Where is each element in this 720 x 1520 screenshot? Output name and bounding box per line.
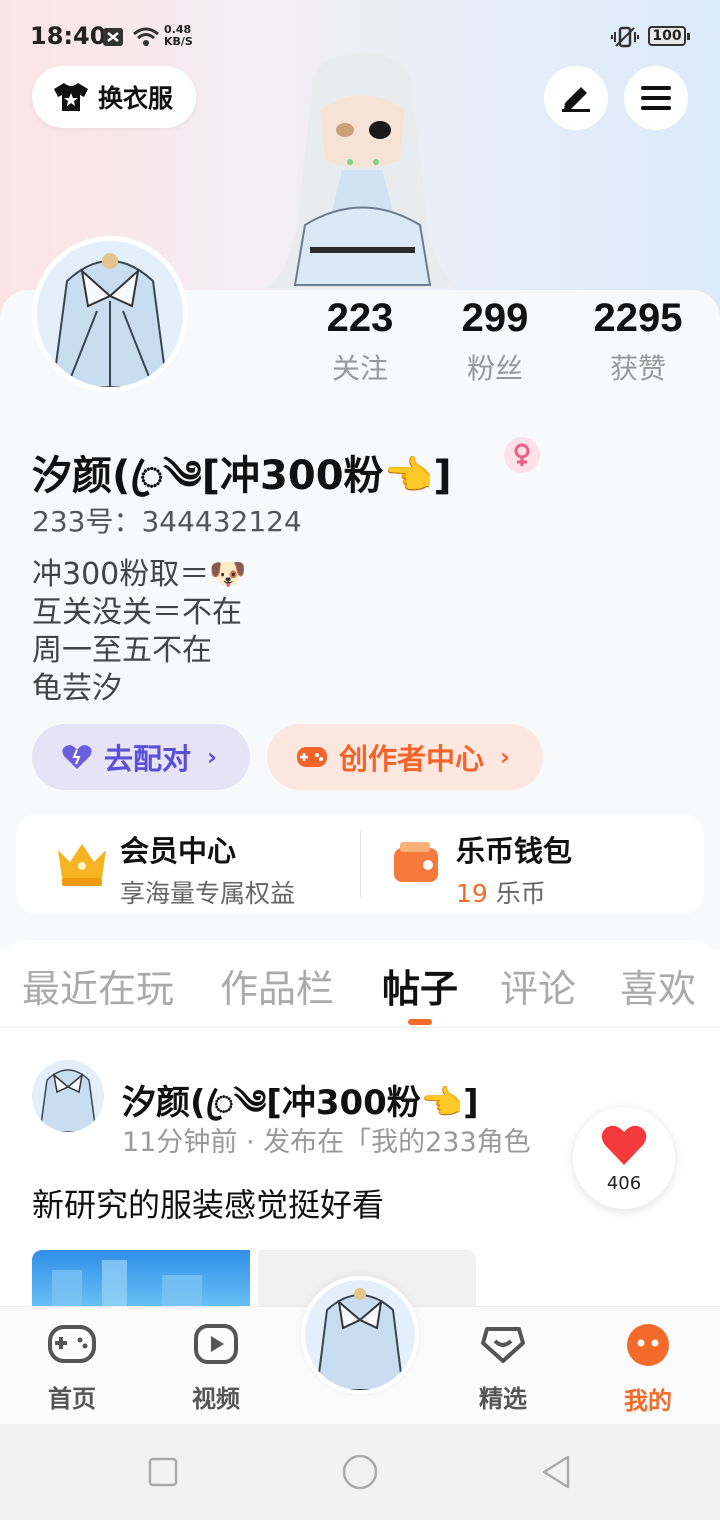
crown-icon — [54, 836, 110, 892]
member-wallet-card: 会员中心 享海量专属权益 乐币钱包 19 乐币 — [16, 814, 704, 914]
post-text[interactable]: 新研究的服装感觉挺好看 — [32, 1180, 384, 1226]
play-icon — [194, 1324, 238, 1364]
nav-video-label: 视频 — [192, 1385, 240, 1413]
wallet-title: 乐币钱包 — [456, 834, 573, 868]
pen-icon — [562, 87, 590, 112]
creator-center-button[interactable]: 创作者中心 › — [267, 724, 543, 790]
stat-followers-label: 粉丝 — [466, 352, 523, 385]
wifi-icon — [133, 27, 159, 46]
like-button[interactable]: 406 — [573, 1107, 675, 1209]
recent-apps-icon[interactable] — [148, 1457, 178, 1487]
wallet-icon — [392, 838, 442, 892]
network-speed: 0.48 KB/S — [164, 24, 193, 48]
bio-line: 冲300粉取＝🐶 — [32, 557, 247, 592]
tab-posts[interactable]: 帖子 — [382, 958, 458, 1013]
go-pair-label: 去配对 — [104, 742, 192, 776]
system-navigation-bar — [0, 1424, 720, 1520]
heart-box-icon — [481, 1327, 525, 1363]
change-outfit-button[interactable]: 换衣服 — [32, 66, 196, 128]
avatar-image — [37, 241, 183, 387]
go-pair-button[interactable]: 去配对 › — [32, 724, 250, 790]
stat-likes-label: 获赞 — [609, 352, 666, 385]
tab-comments[interactable]: 评论 — [500, 958, 576, 1013]
wallet-unit: 乐币 — [495, 879, 546, 908]
tab-recent-played[interactable]: 最近在玩 — [22, 958, 174, 1013]
vip-title: 会员中心 — [120, 834, 237, 868]
vip-center-link[interactable]: 会员中心 享海量专属权益 — [120, 828, 295, 910]
stat-following-label: 关注 — [331, 352, 388, 385]
face-icon — [627, 1324, 669, 1366]
wallet-balance: 19 乐币 — [456, 874, 572, 910]
profile-tabs: 最近在玩 作品栏 帖子 评论 喜欢 — [0, 940, 720, 1028]
profile-bio: 冲300粉取＝🐶 互关没关＝不在 周一至五不在 龟芸汐 — [32, 556, 247, 708]
home-circle-icon[interactable] — [341, 1453, 379, 1491]
post-author-avatar[interactable] — [32, 1060, 104, 1132]
wallet-link[interactable]: 乐币钱包 19 乐币 — [456, 828, 572, 910]
post-image-thumbnail[interactable] — [32, 1250, 250, 1310]
stat-followers-value: 299 — [461, 296, 529, 340]
back-triangle-icon[interactable] — [540, 1454, 572, 1490]
post-meta: 11分钟前 · 发布在「我的233角色 — [122, 1127, 531, 1158]
bio-line: 互关没关＝不在 — [32, 595, 242, 630]
chevron-right-icon: › — [500, 743, 510, 771]
notification-icon — [103, 28, 123, 46]
nav-home-label: 首页 — [48, 1385, 96, 1413]
stat-followers[interactable]: 299 粉丝 — [455, 296, 535, 387]
shirt-icon — [54, 83, 88, 111]
nav-featured-label: 精选 — [479, 1385, 527, 1413]
stat-likes-value: 2295 — [593, 296, 683, 340]
nav-center-avatar[interactable] — [301, 1276, 419, 1394]
edit-profile-button[interactable] — [544, 66, 608, 130]
hamburger-icon — [641, 86, 671, 110]
tab-likes[interactable]: 喜欢 — [620, 958, 696, 1013]
purple-heart-icon — [62, 745, 92, 769]
chevron-right-icon: › — [207, 743, 217, 771]
nav-home[interactable]: 首页 — [27, 1323, 117, 1414]
gamepad-icon — [297, 747, 327, 767]
change-outfit-label: 换衣服 — [98, 84, 174, 113]
heart-icon — [601, 1125, 647, 1165]
vibrate-icon — [611, 26, 639, 48]
bio-line: 龟芸汐 — [32, 671, 122, 706]
vip-subtitle: 享海量专属权益 — [120, 879, 296, 908]
gamepad-icon — [48, 1325, 96, 1363]
avatar-image — [305, 1280, 415, 1390]
nav-video[interactable]: 视频 — [171, 1323, 261, 1414]
battery-indicator: 100 — [648, 26, 690, 46]
nav-mine-label: 我的 — [624, 1387, 672, 1415]
bio-line: 周一至五不在 — [32, 633, 212, 668]
stat-following-value: 223 — [326, 296, 394, 340]
profile-avatar[interactable] — [32, 236, 188, 392]
profile-uid: 233号：344432124 — [32, 505, 302, 538]
avatar-image — [32, 1060, 104, 1132]
nav-mine[interactable]: 我的 — [603, 1323, 693, 1416]
net-speed-unit: KB/S — [164, 35, 193, 48]
stat-following[interactable]: 223 关注 — [320, 296, 400, 387]
active-tab-indicator — [408, 1019, 432, 1025]
avatar-character-figure — [265, 53, 460, 288]
menu-button[interactable] — [624, 66, 688, 130]
wallet-amount: 19 — [456, 879, 488, 908]
creator-center-label: 创作者中心 — [339, 742, 485, 776]
divider — [360, 830, 361, 898]
stat-likes[interactable]: 2295 获赞 — [586, 296, 690, 387]
like-count: 406 — [606, 1173, 642, 1194]
status-time: 18:40 — [30, 22, 107, 50]
female-icon — [504, 437, 540, 473]
nav-featured[interactable]: 精选 — [458, 1323, 548, 1414]
tab-works[interactable]: 作品栏 — [220, 958, 334, 1013]
